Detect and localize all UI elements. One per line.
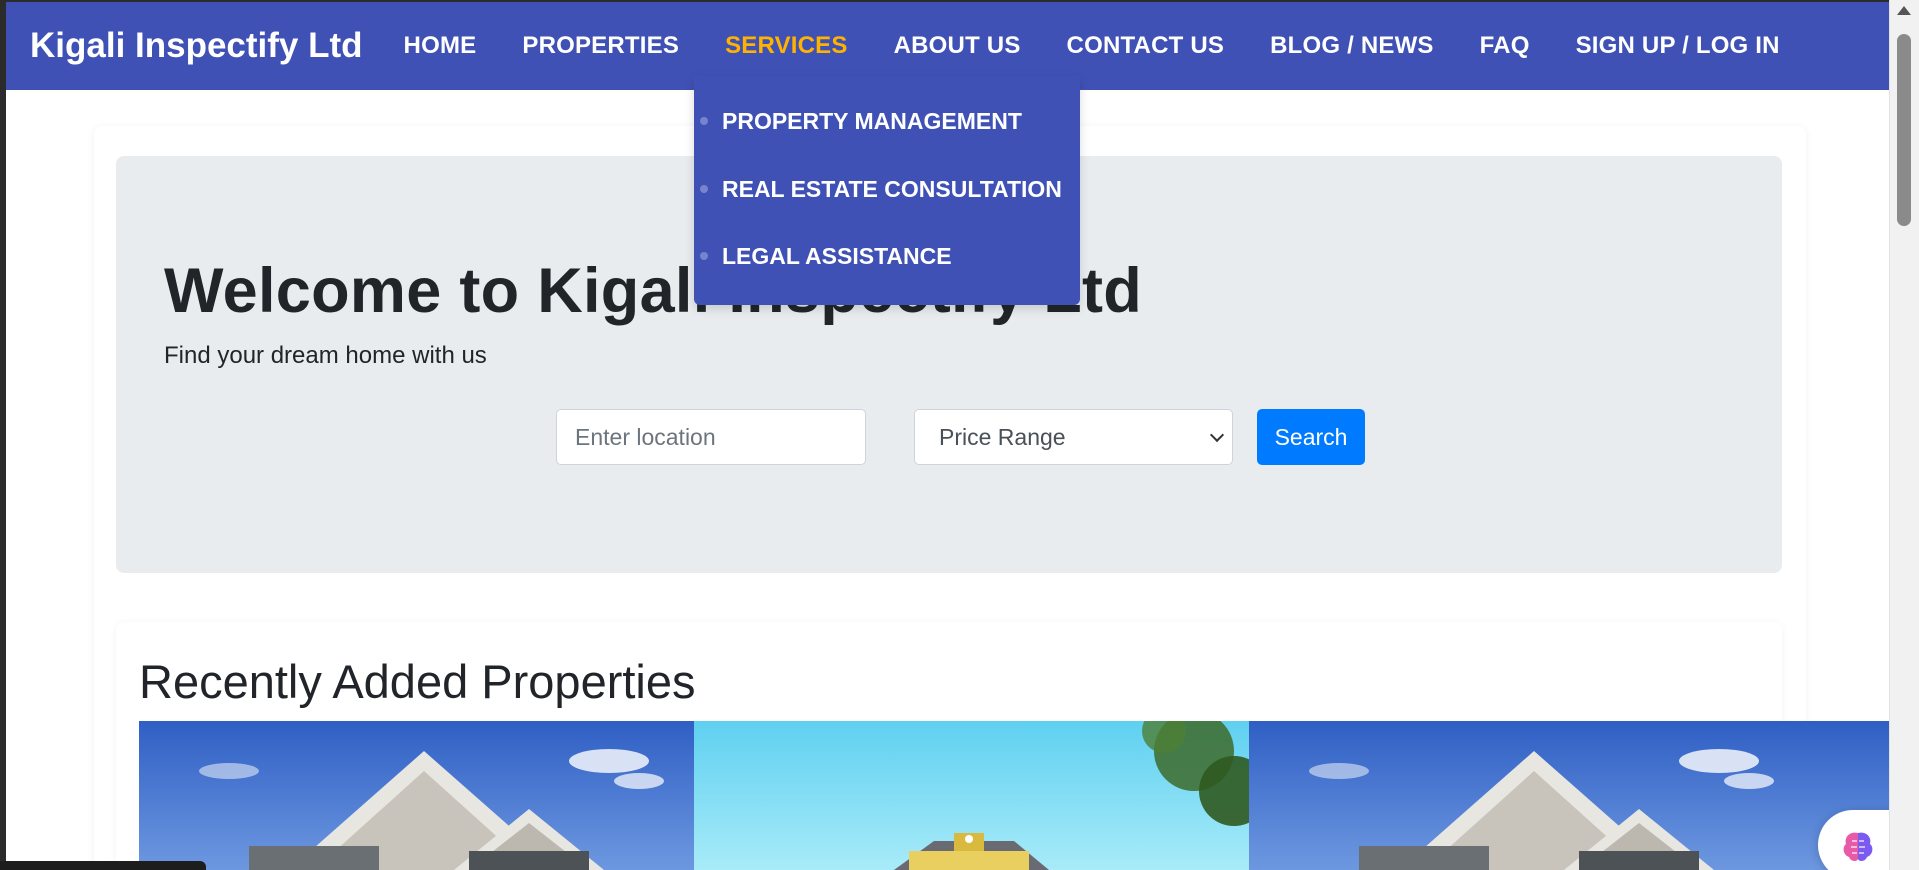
nav-item-sign-up-log-in[interactable]: SIGN UP / LOG IN: [1576, 32, 1780, 60]
nav-item-properties[interactable]: PROPERTIES: [522, 32, 679, 60]
hero-subtitle: Find your dream home with us: [164, 342, 487, 369]
properties-title: Recently Added Properties: [139, 655, 696, 708]
bullet-icon: [700, 185, 708, 193]
house-image: [139, 721, 694, 870]
scrollbar-thumb[interactable]: [1897, 34, 1911, 226]
nav-item-contact-us[interactable]: CONTACT US: [1067, 32, 1225, 60]
bullet-icon: [700, 117, 708, 125]
villa-image: [694, 721, 1249, 870]
nav-menu: HOME PROPERTIES SERVICES ABOUT US CONTAC…: [381, 32, 1803, 60]
scroll-up-icon[interactable]: [1897, 6, 1911, 15]
dropdown-item-real-estate-consultation[interactable]: REAL ESTATE CONSULTATION: [700, 176, 1062, 203]
scrollbar[interactable]: [1889, 0, 1919, 870]
search-button[interactable]: Search: [1257, 409, 1365, 465]
bottom-taskbar-tab: [0, 861, 206, 870]
property-image[interactable]: [139, 721, 694, 870]
dropdown-item-legal-assistance[interactable]: LEGAL ASSISTANCE: [700, 243, 952, 270]
location-input[interactable]: [556, 409, 866, 465]
nav-item-services[interactable]: SERVICES: [725, 32, 848, 60]
chevron-down-icon: [1209, 427, 1225, 443]
house-image: [1249, 721, 1889, 870]
services-dropdown: PROPERTY MANAGEMENT REAL ESTATE CONSULTA…: [694, 76, 1080, 305]
window-frame-left: [0, 0, 6, 870]
brain-icon: [1843, 832, 1873, 862]
property-image[interactable]: [694, 721, 1249, 870]
nav-item-blog-news[interactable]: BLOG / NEWS: [1270, 32, 1434, 60]
property-image[interactable]: [1249, 721, 1889, 870]
brand-logo[interactable]: Kigali Inspectify Ltd: [30, 26, 363, 66]
dropdown-item-label: LEGAL ASSISTANCE: [722, 243, 952, 269]
dropdown-item-label: REAL ESTATE CONSULTATION: [722, 176, 1062, 202]
nav-item-about-us[interactable]: ABOUT US: [894, 32, 1021, 60]
dropdown-item-label: PROPERTY MANAGEMENT: [722, 108, 1022, 134]
price-range-value: Price Range: [939, 423, 1066, 450]
bullet-icon: [700, 252, 708, 260]
nav-item-home[interactable]: HOME: [404, 32, 477, 60]
nav-item-faq[interactable]: FAQ: [1480, 32, 1530, 60]
assistant-button[interactable]: [1818, 810, 1898, 870]
dropdown-item-property-management[interactable]: PROPERTY MANAGEMENT: [700, 108, 1022, 135]
price-range-select[interactable]: Price Range: [914, 409, 1233, 465]
